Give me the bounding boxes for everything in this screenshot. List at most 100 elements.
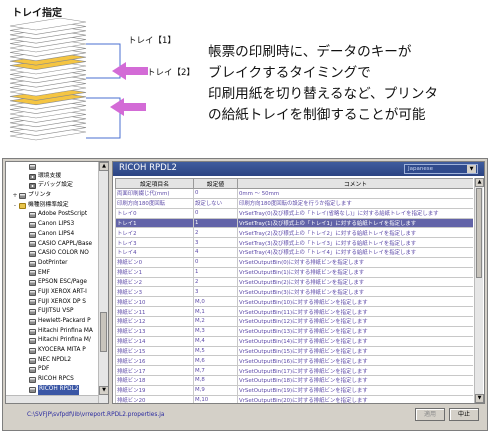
table-vertical-scrollbar[interactable]: ▲ ▼: [474, 178, 484, 403]
table-row[interactable]: 排紙ビン12 M,2 VrSetOutputBin(12)に対する排紙ビンを指定しま…: [115, 315, 473, 327]
printer-icon: [29, 328, 36, 335]
tree-item-label: EMF: [38, 269, 50, 276]
setting-value-cell[interactable]: M,9: [193, 384, 238, 396]
tree-item[interactable]: DotPrinter: [6, 259, 98, 269]
table-row[interactable]: 排紙ビン11 M,1 VrSetOutputBin(11)に対する排紙ビンを指定しま…: [115, 306, 473, 317]
table-row[interactable]: 排紙ビン3 3 VrSetOutputBin(3)に対する排紙ビンを指定します: [115, 286, 473, 298]
table-row[interactable]: 排紙ビン19 M,9 VrSetOutputBin(19)に対する排紙ビンを指定しま…: [115, 384, 473, 396]
setting-value-cell[interactable]: M,1: [193, 306, 238, 317]
tree-item[interactable]: + プリンタ: [6, 191, 98, 201]
column-header-comment[interactable]: コメント: [237, 178, 473, 189]
table-row[interactable]: トレイ2 2 VrSetTray(2)及び様式上の「トレイ2」に対する給紙トレイを指…: [115, 227, 473, 239]
tree-item[interactable]: 環境支援: [6, 172, 98, 182]
tree-vertical-scrollbar[interactable]: ▲ ▼: [98, 162, 108, 403]
setting-value-cell[interactable]: 2: [193, 227, 238, 239]
setting-name-cell: トレイ4: [115, 247, 194, 258]
scroll-thumb[interactable]: [476, 188, 482, 278]
setting-value-cell[interactable]: 0: [193, 188, 238, 199]
tree-item[interactable]: Canon LIPS3: [6, 220, 98, 230]
apply-button[interactable]: 適用: [415, 408, 445, 421]
table-row[interactable]: 排紙ビン2 2 VrSetOutputBin(2)に対する排紙ビンを指定します: [115, 276, 473, 288]
tree-item[interactable]: Hitachi Prinfina M/: [6, 336, 98, 346]
setting-comment-cell: VrSetTray(4)及び様式上の「トレイ4」に対する給紙トレイを指定します: [237, 247, 473, 258]
table-row[interactable]: トレイ0 0 VrSetTray(0)及び様式上の「トレイ(省略なし)」に対する給紙…: [115, 207, 473, 219]
stop-button[interactable]: 中止: [449, 408, 479, 421]
table-row[interactable]: トレイ3 3 VrSetTray(3)及び様式上の「トレイ3」に対する給紙トレイを指…: [115, 237, 473, 249]
setting-value-cell[interactable]: 3: [193, 237, 238, 249]
tree-item[interactable]: PDF: [6, 365, 98, 375]
tree-item[interactable]: RICOH RPCS: [6, 375, 98, 385]
table-row[interactable]: 両面印刷綴じ代(mm) 0 0mm ～ 50mm: [115, 188, 473, 199]
setting-value-cell[interactable]: 0: [193, 256, 238, 268]
table-row[interactable]: 排紙ビン0 0 VrSetOutputBin(0)に対する排紙ビンを指定します: [115, 256, 473, 268]
table-row[interactable]: 排紙ビン18 M,8 VrSetOutputBin(18)に対する排紙ビンを指定しま…: [115, 375, 473, 386]
table-row[interactable]: 排紙ビン20 M,10 VrSetOutputBin(20)に対する排紙ビンを指定し…: [115, 394, 473, 403]
language-select[interactable]: Japanese ▼: [404, 164, 478, 174]
scroll-thumb[interactable]: [100, 312, 107, 352]
table-row[interactable]: 排紙ビン16 M,6 VrSetOutputBin(16)に対する排紙ビンを指定しま…: [115, 355, 473, 367]
setting-value-cell[interactable]: M,6: [193, 355, 238, 367]
scroll-up-button[interactable]: ▲: [475, 178, 484, 187]
chevron-down-icon[interactable]: ▼: [467, 165, 476, 173]
scroll-up-button[interactable]: ▲: [99, 162, 108, 171]
tree-item[interactable]: EMF: [6, 269, 98, 279]
setting-value-cell[interactable]: M,7: [193, 365, 238, 377]
setting-value-cell[interactable]: 4: [193, 247, 238, 258]
setting-value-cell[interactable]: M,10: [193, 394, 238, 403]
tree-item[interactable]: FUJI XEROX DP S: [6, 298, 98, 308]
tree-item[interactable]: - 機種別標準設定: [6, 201, 98, 211]
setting-value-cell[interactable]: 0: [193, 207, 238, 219]
table-row[interactable]: トレイ4 4 VrSetTray(4)及び様式上の「トレイ4」に対する給紙トレイを指…: [115, 247, 473, 258]
scroll-down-button[interactable]: ▼: [99, 386, 108, 395]
column-header-name[interactable]: 設定項目名: [115, 178, 194, 189]
tree-horizontal-scrollbar[interactable]: [6, 395, 98, 403]
setting-value-cell[interactable]: M,5: [193, 345, 238, 357]
table-row[interactable]: 排紙ビン14 M,4 VrSetOutputBin(14)に対する排紙ビンを指定しま…: [115, 335, 473, 347]
setting-name-cell: 排紙ビン15: [115, 345, 194, 357]
setting-value-cell[interactable]: M,8: [193, 375, 238, 386]
table-row[interactable]: 排紙ビン15 M,5 VrSetOutputBin(15)に対する排紙ビンを指定しま…: [115, 345, 473, 357]
column-header-value[interactable]: 設定値: [193, 178, 238, 189]
table-row[interactable]: トレイ1 1 VrSetTray(1)及び様式上の「トレイ1」に対する給紙トレイを指…: [115, 217, 473, 229]
tree-item[interactable]: [6, 162, 98, 172]
tree-item[interactable]: EPSON ESC/Page: [6, 278, 98, 288]
setting-value-cell[interactable]: M,2: [193, 315, 238, 327]
tree-item[interactable]: KYOCERA MITA P: [6, 346, 98, 356]
tree-item[interactable]: デバッグ設定: [6, 181, 98, 191]
setting-value-cell[interactable]: 2: [193, 276, 238, 288]
setting-value-cell[interactable]: 設定しない: [193, 197, 238, 209]
setting-value-cell[interactable]: M,3: [193, 325, 238, 337]
setting-value-cell[interactable]: 1: [193, 266, 238, 278]
tree-item[interactable]: Hitachi Prinfina MA: [6, 327, 98, 337]
tree-expander-icon[interactable]: +: [11, 191, 19, 201]
table-row[interactable]: 排紙ビン17 M,7 VrSetOutputBin(17)に対する排紙ビンを指定しま…: [115, 365, 473, 377]
setting-value-cell[interactable]: 3: [193, 286, 238, 298]
tree-item-label: Hewlett-Packard P: [38, 318, 91, 324]
tree-item[interactable]: FUJI XEROX ART-I: [6, 288, 98, 298]
table-row[interactable]: 印刷方向180度回転 設定しない 印刷方向180度回転の設定を行うか指定します: [115, 197, 473, 209]
tree-item[interactable]: RICOH RPDL2: [6, 384, 98, 395]
tree-item[interactable]: NEC NPDL2: [6, 356, 98, 366]
tree-item[interactable]: FUJITSU VSP: [6, 307, 98, 317]
tree-item[interactable]: Canon LIPS4: [6, 230, 98, 240]
tree-item-label: FUJI XEROX DP S: [38, 298, 86, 305]
settings-tree: 環境支援 デバッグ設定 + プリンタ - 機種別標準設定 Adobe PostScript C…: [5, 161, 109, 404]
printer-icon: [29, 318, 36, 325]
tree-item[interactable]: CASIO COLOR NO: [6, 249, 98, 259]
setting-value-cell[interactable]: M,0: [193, 296, 238, 308]
headline-text: 帳票の印刷時に、データのキーが ブレイクするタイミングで 印刷用紙を切り替えるな…: [208, 42, 488, 126]
table-row[interactable]: 排紙ビン10 M,0 VrSetOutputBin(10)に対する排紙ビンを指定しま…: [115, 296, 473, 308]
printer-icon: [29, 338, 36, 345]
table-row[interactable]: 排紙ビン13 M,3 VrSetOutputBin(13)に対する排紙ビンを指定しま…: [115, 325, 473, 337]
tree-expander-icon[interactable]: -: [11, 201, 19, 211]
tree-item[interactable]: Hewlett-Packard P: [6, 317, 98, 327]
table-row[interactable]: 排紙ビン1 1 VrSetOutputBin(1)に対する排紙ビンを指定します: [115, 266, 473, 278]
setting-value-cell[interactable]: 1: [193, 217, 238, 229]
settings-window: 環境支援 デバッグ設定 + プリンタ - 機種別標準設定 Adobe PostScript C…: [2, 158, 488, 431]
tree-item[interactable]: Adobe PostScript: [6, 210, 98, 220]
tree-item[interactable]: CASIO CAPPL/Base: [6, 240, 98, 250]
printer-icon: [29, 270, 36, 277]
setting-name-cell: 印刷方向180度回転: [115, 197, 194, 209]
scroll-down-button[interactable]: ▼: [475, 394, 484, 403]
setting-value-cell[interactable]: M,4: [193, 335, 238, 347]
